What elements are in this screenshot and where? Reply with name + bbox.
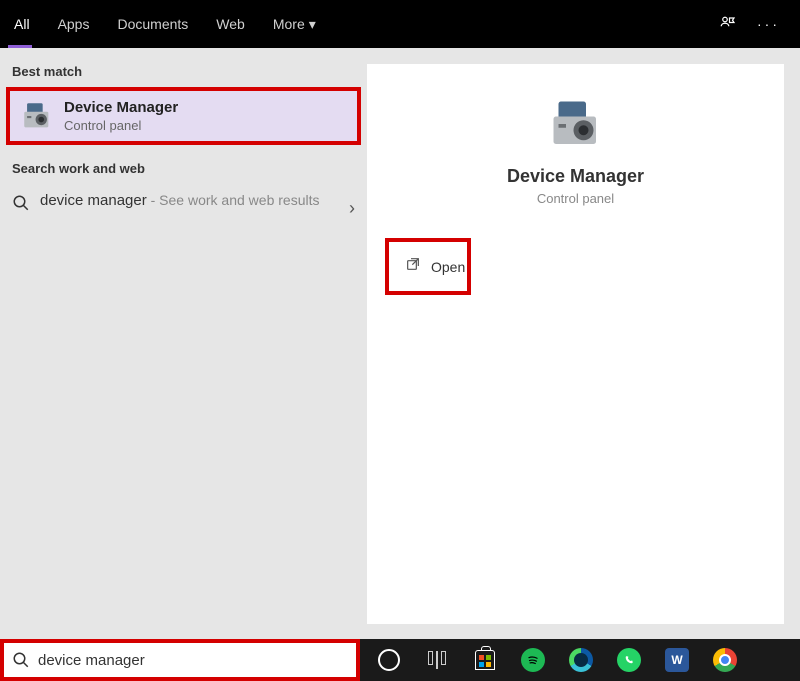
web-result-text: device manager - See work and web result… bbox=[40, 192, 349, 209]
tab-all[interactable]: All bbox=[0, 0, 44, 48]
web-result-query: device manager bbox=[40, 192, 147, 209]
chevron-right-icon[interactable]: › bbox=[349, 192, 355, 219]
edge-icon[interactable] bbox=[568, 647, 594, 673]
results-column: Best match Device Manager Control panel … bbox=[0, 48, 367, 639]
more-options-icon[interactable]: ··· bbox=[757, 16, 780, 32]
feedback-icon[interactable] bbox=[719, 15, 737, 33]
microsoft-store-icon[interactable] bbox=[472, 647, 498, 673]
taskbar: W bbox=[360, 639, 800, 681]
tab-more[interactable]: More ▾ bbox=[259, 0, 330, 48]
word-icon[interactable]: W bbox=[664, 647, 690, 673]
device-manager-icon bbox=[20, 99, 54, 133]
search-box[interactable] bbox=[0, 639, 360, 681]
tab-more-label: More bbox=[273, 16, 305, 32]
web-result-row[interactable]: device manager - See work and web result… bbox=[0, 184, 367, 227]
open-action[interactable]: Open bbox=[385, 238, 471, 295]
open-label: Open bbox=[431, 259, 465, 275]
search-web-heading: Search work and web bbox=[0, 155, 367, 184]
tab-apps[interactable]: Apps bbox=[44, 0, 104, 48]
open-icon bbox=[405, 256, 421, 277]
search-input[interactable] bbox=[38, 652, 348, 669]
detail-column: Device Manager Control panel Open bbox=[367, 48, 800, 639]
search-body: Best match Device Manager Control panel … bbox=[0, 48, 800, 639]
chevron-down-icon: ▾ bbox=[309, 16, 316, 33]
tab-web[interactable]: Web bbox=[202, 0, 259, 48]
detail-title: Device Manager bbox=[367, 166, 784, 187]
detail-subtitle: Control panel bbox=[367, 191, 784, 206]
web-result-suffix: - See work and web results bbox=[147, 192, 320, 208]
detail-panel: Device Manager Control panel Open bbox=[367, 64, 784, 624]
best-match-heading: Best match bbox=[0, 58, 367, 87]
spotify-icon[interactable] bbox=[520, 647, 546, 673]
best-match-result[interactable]: Device Manager Control panel bbox=[6, 87, 361, 145]
tab-documents[interactable]: Documents bbox=[103, 0, 202, 48]
search-icon bbox=[12, 194, 30, 217]
bottom-bar: W bbox=[0, 639, 800, 681]
whatsapp-icon[interactable] bbox=[616, 647, 642, 673]
best-match-subtitle: Control panel bbox=[64, 118, 178, 133]
search-header: All Apps Documents Web More ▾ ··· bbox=[0, 0, 800, 48]
chrome-icon[interactable] bbox=[712, 647, 738, 673]
best-match-text: Device Manager Control panel bbox=[64, 99, 178, 133]
task-view-icon[interactable] bbox=[424, 647, 450, 673]
best-match-title: Device Manager bbox=[64, 99, 178, 116]
device-manager-icon bbox=[546, 94, 606, 154]
cortana-icon[interactable] bbox=[376, 647, 402, 673]
search-icon bbox=[12, 651, 30, 669]
